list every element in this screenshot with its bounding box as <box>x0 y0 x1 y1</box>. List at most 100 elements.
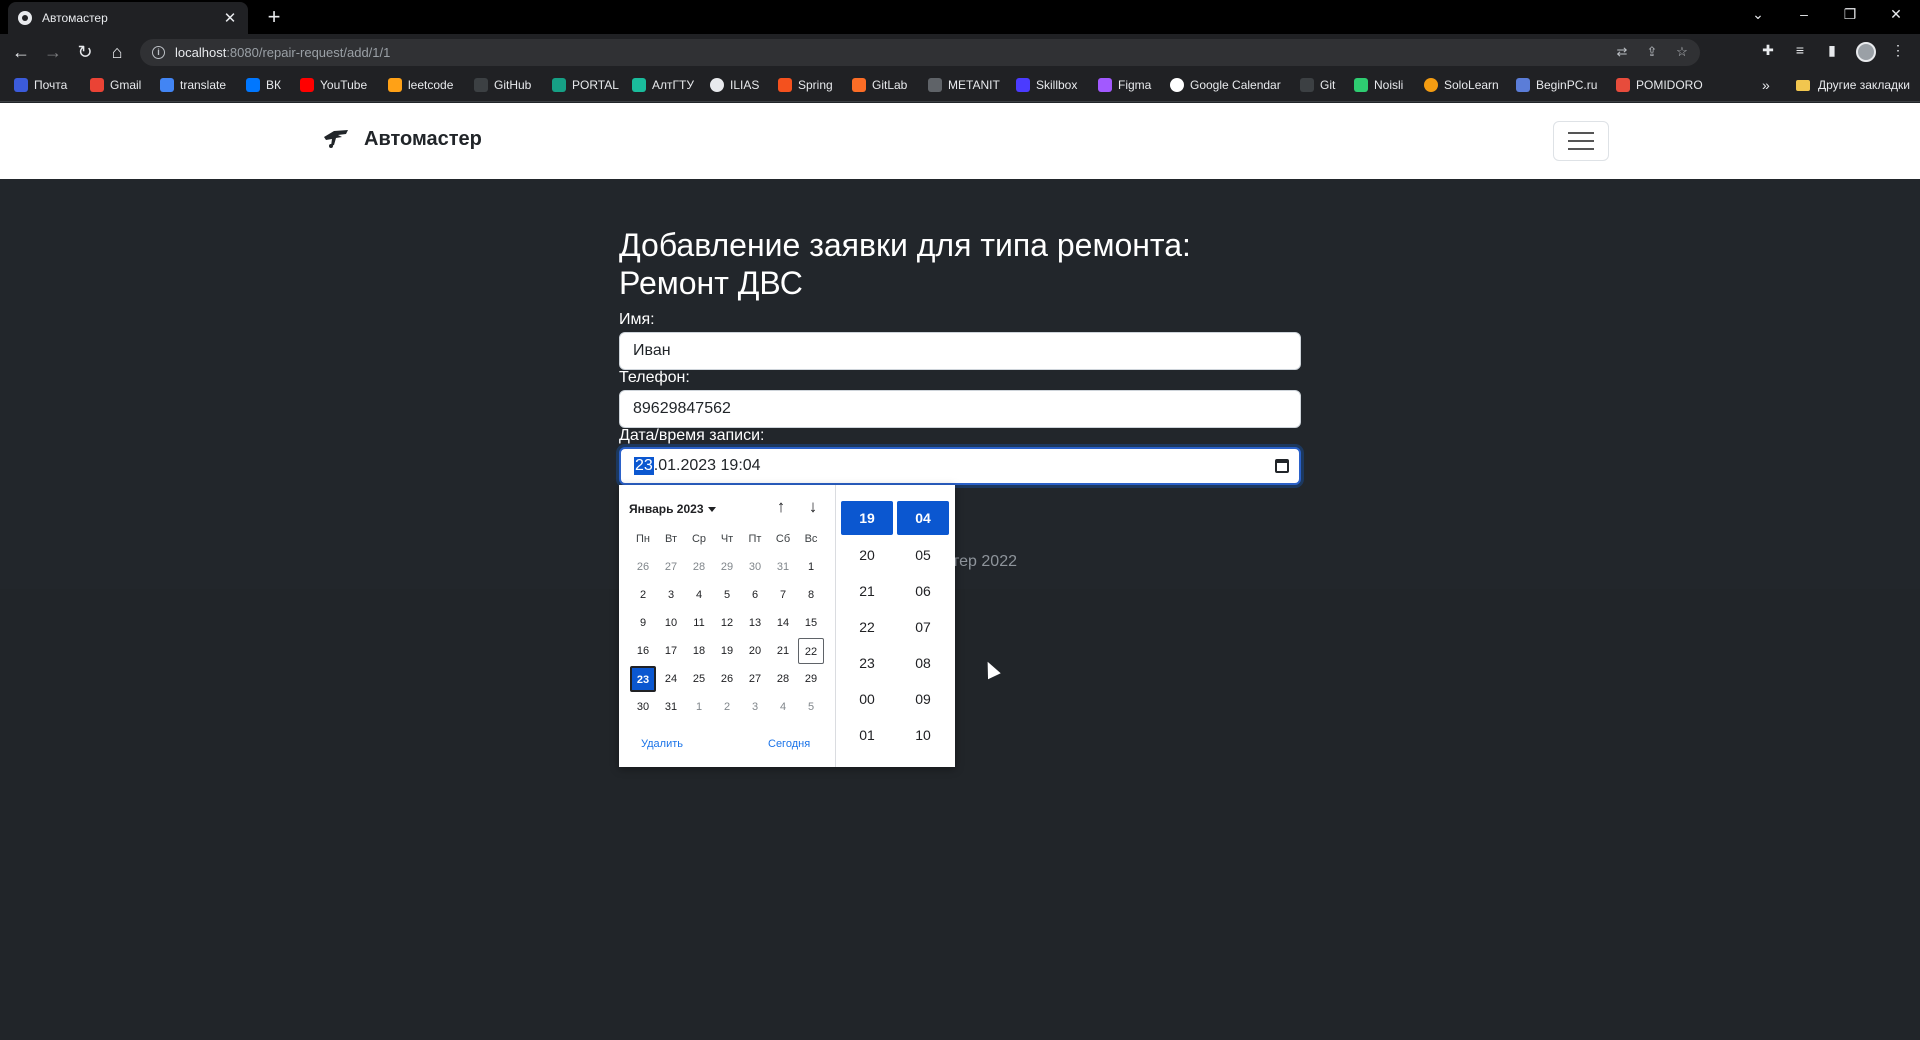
previous-month-arrow-icon[interactable]: ↑ <box>770 496 792 518</box>
hour-option[interactable]: 21 <box>841 573 893 609</box>
calendar-day[interactable]: 29 <box>797 665 825 693</box>
datetime-rest[interactable]: .01.2023 19:04 <box>654 457 761 475</box>
minimize-button[interactable]: – <box>1794 6 1814 22</box>
home-icon[interactable]: ⌂ <box>106 41 128 63</box>
calendar-day[interactable]: 9 <box>629 609 657 637</box>
calendar-day[interactable]: 4 <box>685 581 713 609</box>
calendar-day[interactable]: 6 <box>741 581 769 609</box>
calendar-day[interactable]: 24 <box>657 665 685 693</box>
calendar-day[interactable]: 13 <box>741 609 769 637</box>
calendar-day[interactable]: 20 <box>741 637 769 665</box>
bookmark-item[interactable]: АлтГТУ <box>632 78 694 92</box>
bookmark-item[interactable]: POMIDORO <box>1616 78 1703 92</box>
bookmark-item[interactable]: Gmail <box>90 78 141 92</box>
next-month-arrow-icon[interactable]: ↓ <box>802 496 824 518</box>
navbar-toggle-button[interactable] <box>1553 121 1609 161</box>
calendar-day[interactable]: 28 <box>685 553 713 581</box>
reading-list-icon[interactable]: ≡ <box>1790 42 1810 58</box>
calendar-day[interactable]: 29 <box>713 553 741 581</box>
extensions-icon[interactable]: ✚ <box>1758 42 1778 59</box>
calendar-day[interactable]: 28 <box>769 665 797 693</box>
profile-avatar[interactable] <box>1856 42 1876 62</box>
calendar-day[interactable]: 19 <box>713 637 741 665</box>
bookmark-item[interactable]: SoloLearn <box>1424 78 1499 92</box>
datetime-day-segment[interactable]: 23 <box>634 457 654 475</box>
bookmark-item[interactable]: leetcode <box>388 78 453 92</box>
calendar-day[interactable]: 15 <box>797 609 825 637</box>
tab-close-icon[interactable]: ✕ <box>222 9 238 27</box>
calendar-day[interactable]: 26 <box>629 553 657 581</box>
calendar-day[interactable]: 30 <box>629 693 657 721</box>
bookmark-item[interactable]: translate <box>160 78 226 92</box>
browser-tab[interactable]: Автомастер ✕ <box>8 2 248 34</box>
calendar-day[interactable]: 5 <box>797 693 825 721</box>
minute-option[interactable]: 06 <box>897 573 949 609</box>
bookmark-item[interactable]: Git <box>1300 78 1335 92</box>
today-link[interactable]: Сегодня <box>768 738 810 750</box>
bookmark-item[interactable]: Почта <box>14 78 67 92</box>
clear-date-link[interactable]: Удалить <box>641 738 683 750</box>
calendar-day[interactable]: 2 <box>713 693 741 721</box>
calendar-day[interactable]: 14 <box>769 609 797 637</box>
bookmark-item[interactable]: ВК <box>246 78 281 92</box>
site-info-icon[interactable]: i <box>152 46 165 59</box>
bookmark-item[interactable]: PORTAL <box>552 78 619 92</box>
minute-option[interactable]: 09 <box>897 681 949 717</box>
calendar-day[interactable]: 27 <box>657 553 685 581</box>
back-icon[interactable]: ← <box>10 41 32 63</box>
calendar-day[interactable]: 30 <box>741 553 769 581</box>
calendar-day[interactable]: 17 <box>657 637 685 665</box>
bookmark-item[interactable]: YouTube <box>300 78 367 92</box>
calendar-day-today[interactable]: 22 <box>798 638 824 664</box>
bookmark-item[interactable]: Spring <box>778 78 833 92</box>
calendar-day[interactable]: 10 <box>657 609 685 637</box>
calendar-icon[interactable] <box>1275 459 1289 473</box>
bookmark-item[interactable]: Google Calendar <box>1170 78 1281 92</box>
address-bar[interactable]: i localhost:8080/repair-request/add/1/1 … <box>140 39 1700 66</box>
calendar-day[interactable]: 1 <box>797 553 825 581</box>
calendar-day[interactable]: 11 <box>685 609 713 637</box>
calendar-day[interactable]: 21 <box>769 637 797 665</box>
share-icon[interactable]: ⇪ <box>1644 44 1660 60</box>
bookmark-item[interactable]: Skillbox <box>1016 78 1077 92</box>
bookmark-item[interactable]: GitHub <box>474 78 531 92</box>
calendar-day[interactable]: 5 <box>713 581 741 609</box>
phone-input[interactable]: 89629847562 <box>619 390 1301 428</box>
forward-icon[interactable]: → <box>42 41 64 63</box>
hour-option-selected[interactable]: 19 <box>841 501 893 535</box>
datetime-input[interactable]: 23.01.2023 19:04 <box>619 447 1301 485</box>
calendar-day[interactable]: 3 <box>741 693 769 721</box>
hour-option[interactable]: 00 <box>841 681 893 717</box>
bookmark-item[interactable]: BeginPC.ru <box>1516 78 1597 92</box>
translate-icon[interactable]: ⇄ <box>1614 44 1630 60</box>
calendar-day-selected[interactable]: 23 <box>630 666 656 692</box>
calendar-day[interactable]: 1 <box>685 693 713 721</box>
minute-option[interactable]: 10 <box>897 717 949 753</box>
calendar-day[interactable]: 4 <box>769 693 797 721</box>
close-window-button[interactable]: ✕ <box>1886 6 1906 23</box>
hour-option[interactable]: 01 <box>841 717 893 753</box>
new-tab-button[interactable]: + <box>260 4 288 30</box>
calendar-day[interactable]: 3 <box>657 581 685 609</box>
bookmark-item[interactable]: METANIT <box>928 78 1000 92</box>
calendar-day[interactable]: 12 <box>713 609 741 637</box>
calendar-day[interactable]: 7 <box>769 581 797 609</box>
bookmark-item[interactable]: Figma <box>1098 78 1151 92</box>
minute-option-selected[interactable]: 04 <box>897 501 949 535</box>
hour-option[interactable]: 22 <box>841 609 893 645</box>
calendar-day[interactable]: 31 <box>657 693 685 721</box>
bookmarks-overflow-icon[interactable]: » <box>1762 77 1770 93</box>
calendar-day[interactable]: 25 <box>685 665 713 693</box>
tab-search-icon[interactable]: ⌄ <box>1748 6 1768 23</box>
bookmark-item[interactable]: ILIAS <box>710 78 759 92</box>
calendar-day[interactable]: 8 <box>797 581 825 609</box>
calendar-day[interactable]: 26 <box>713 665 741 693</box>
reload-icon[interactable]: ↻ <box>74 41 96 63</box>
calendar-day[interactable]: 31 <box>769 553 797 581</box>
other-bookmarks[interactable]: Другие закладки <box>1796 78 1910 92</box>
minutes-column[interactable]: 04 05 06 07 08 09 10 <box>897 501 949 753</box>
calendar-day[interactable]: 27 <box>741 665 769 693</box>
hour-option[interactable]: 20 <box>841 537 893 573</box>
hour-option[interactable]: 23 <box>841 645 893 681</box>
restore-button[interactable]: ❐ <box>1840 6 1860 23</box>
